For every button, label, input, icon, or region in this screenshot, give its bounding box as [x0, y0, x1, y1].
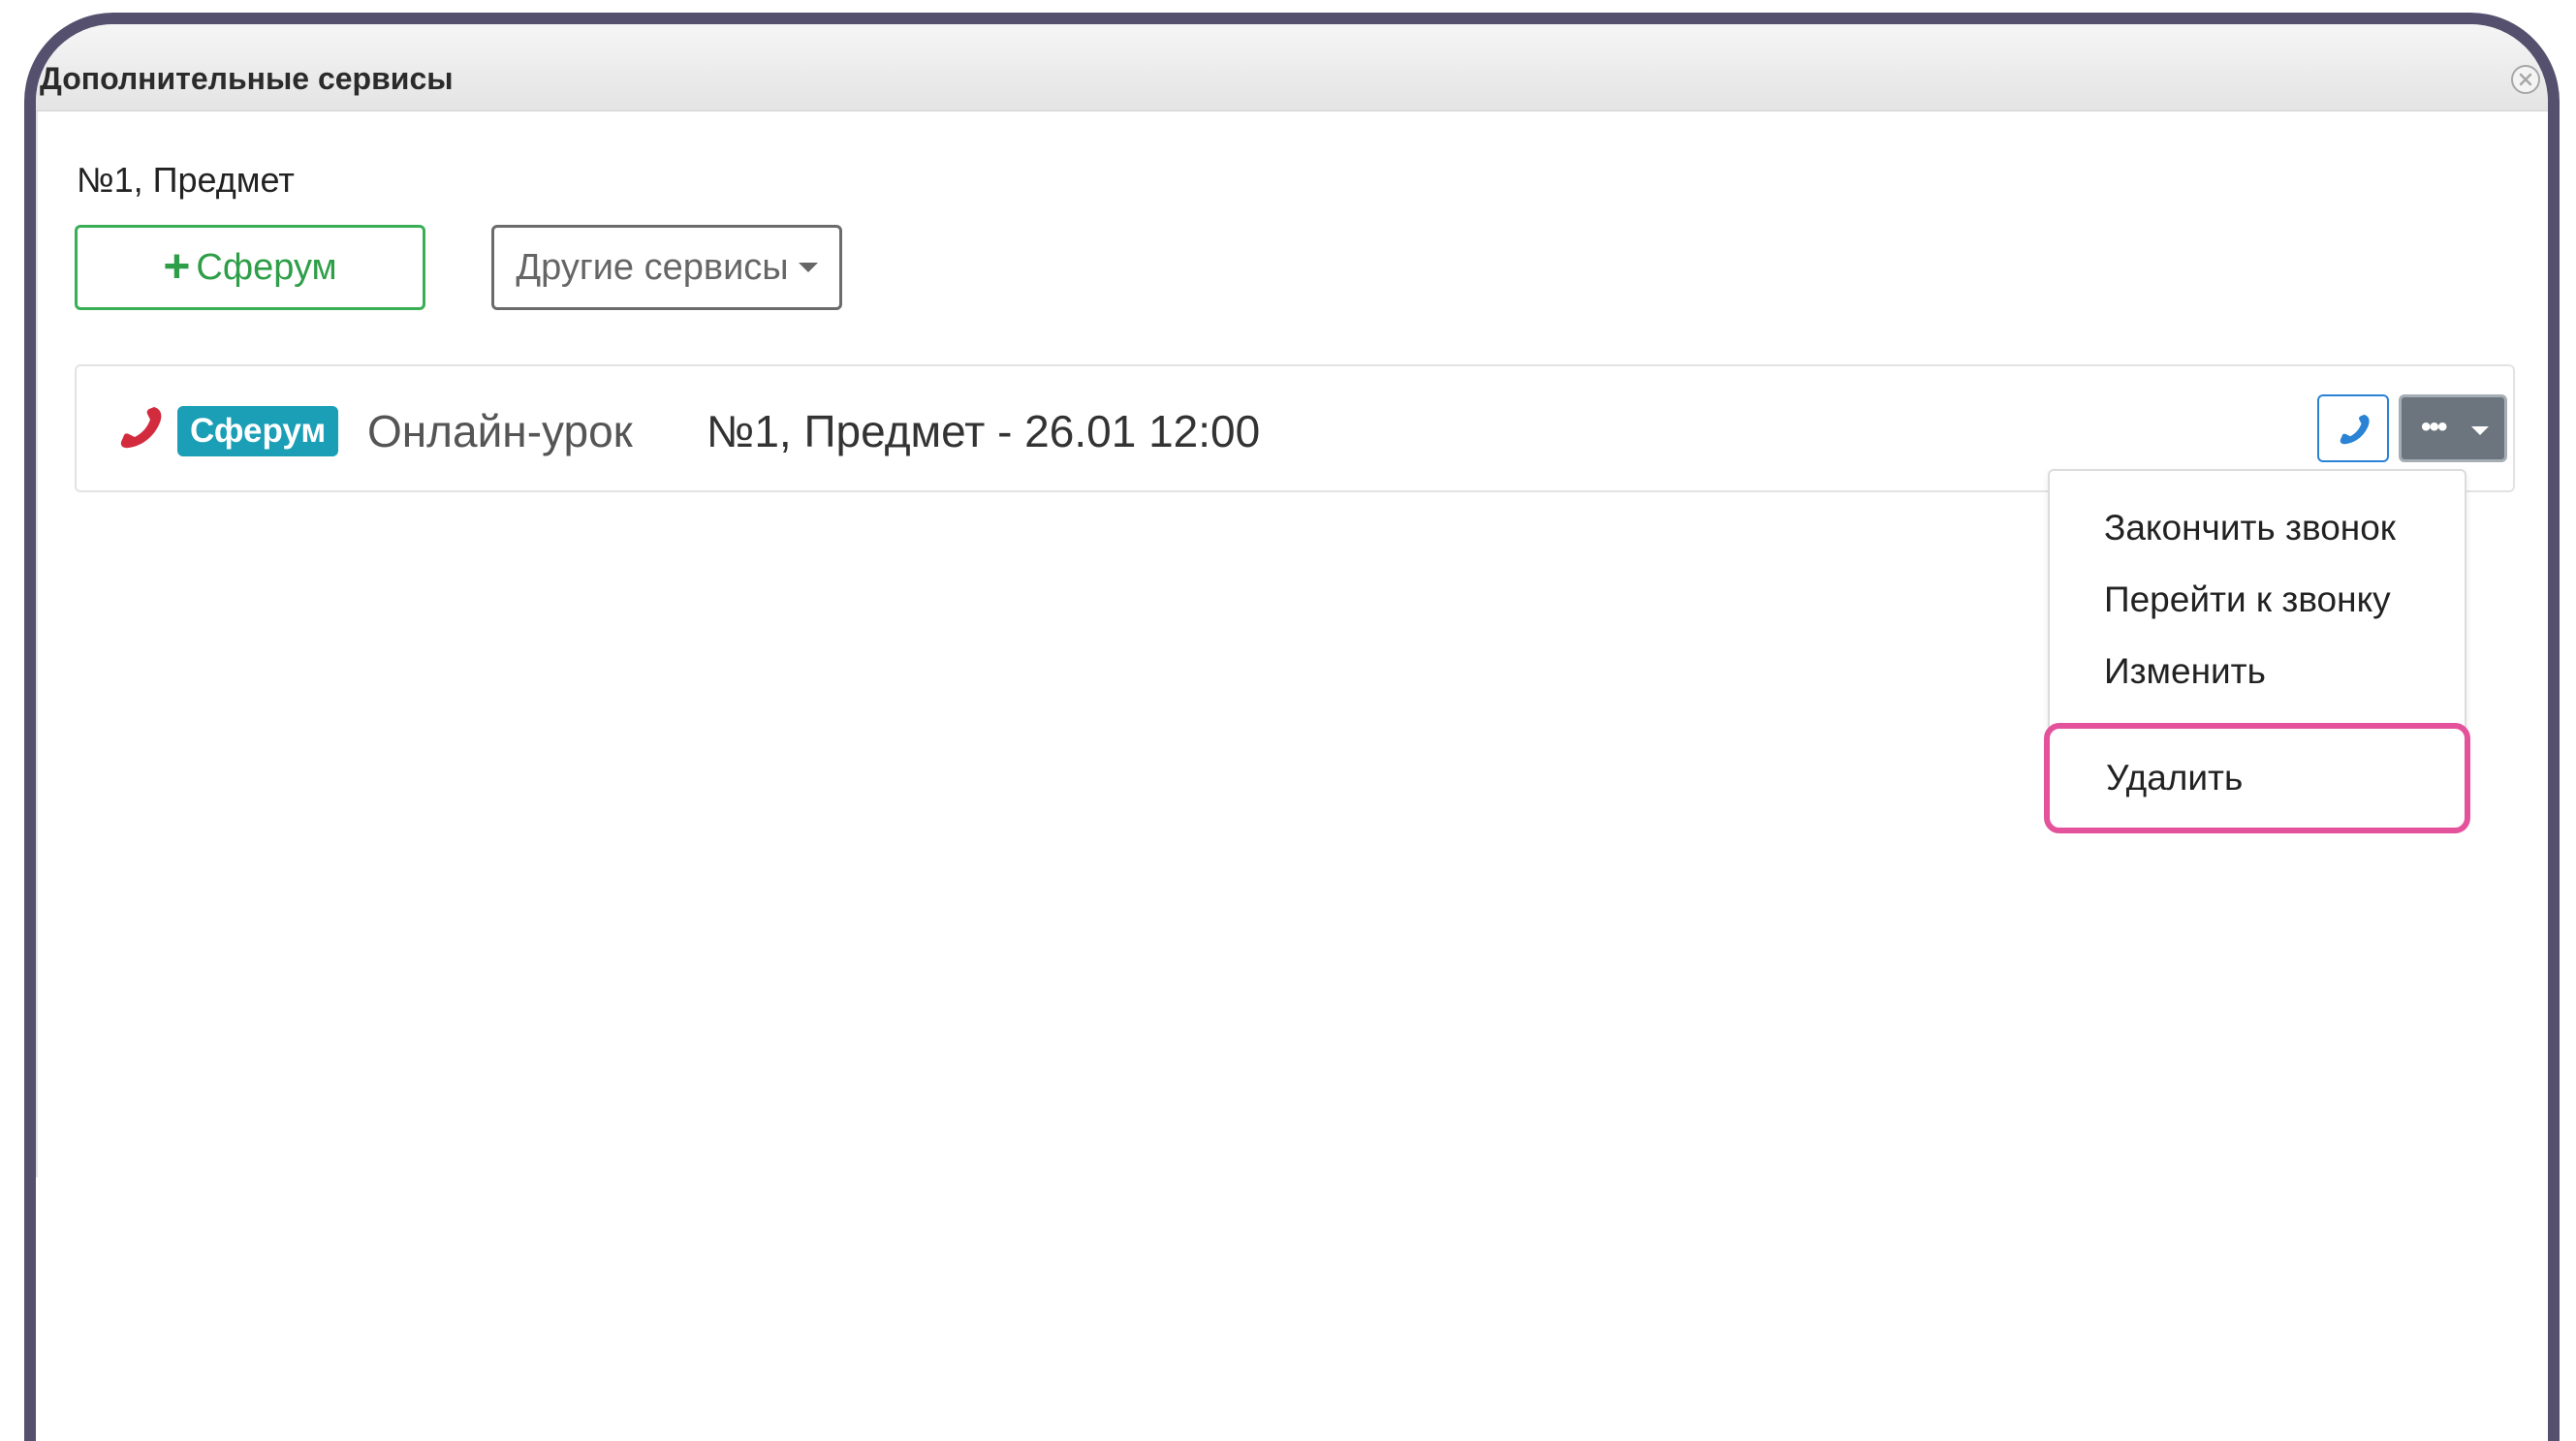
- plus-icon: +: [163, 241, 191, 293]
- menu-item-edit[interactable]: Изменить: [2104, 651, 2266, 692]
- add-sferum-label: Сферум: [196, 246, 337, 288]
- dialog-title: Дополнительные сервисы: [40, 61, 454, 96]
- window-frame: Дополнительные сервисы №1, Предмет + Сфе…: [24, 13, 2560, 1441]
- menu-item-end-call[interactable]: Закончить звонок: [2104, 508, 2396, 548]
- join-call-button[interactable]: [2317, 394, 2389, 462]
- more-actions-button[interactable]: •••: [2399, 394, 2507, 462]
- dialog-titlebar: Дополнительные сервисы: [36, 24, 2548, 111]
- services-dialog: Дополнительные сервисы №1, Предмет + Сфе…: [36, 24, 2548, 1441]
- chevron-down-icon: [2471, 426, 2489, 435]
- sferum-badge: Сферум: [177, 406, 339, 456]
- call-title: Онлайн-урок: [367, 406, 633, 456]
- close-icon: [2519, 73, 2532, 86]
- phone-red-icon: [120, 407, 162, 449]
- menu-item-delete[interactable]: Удалить: [2106, 758, 2243, 799]
- delete-highlight: Удалить: [2044, 723, 2470, 833]
- phone-icon: [2340, 414, 2370, 445]
- chevron-down-icon: [798, 263, 818, 272]
- add-sferum-button[interactable]: + Сферум: [75, 225, 425, 310]
- subject-label: №1, Предмет: [77, 160, 295, 200]
- other-services-dropdown[interactable]: Другие сервисы: [491, 225, 842, 310]
- call-info: №1, Предмет - 26.01 12:00: [707, 406, 1261, 456]
- close-button[interactable]: [2511, 65, 2540, 94]
- menu-item-go-to-call[interactable]: Перейти к звонку: [2104, 580, 2391, 620]
- more-icon: •••: [2421, 411, 2447, 443]
- left-divider: [36, 111, 38, 1177]
- other-services-label: Другие сервисы: [516, 246, 789, 288]
